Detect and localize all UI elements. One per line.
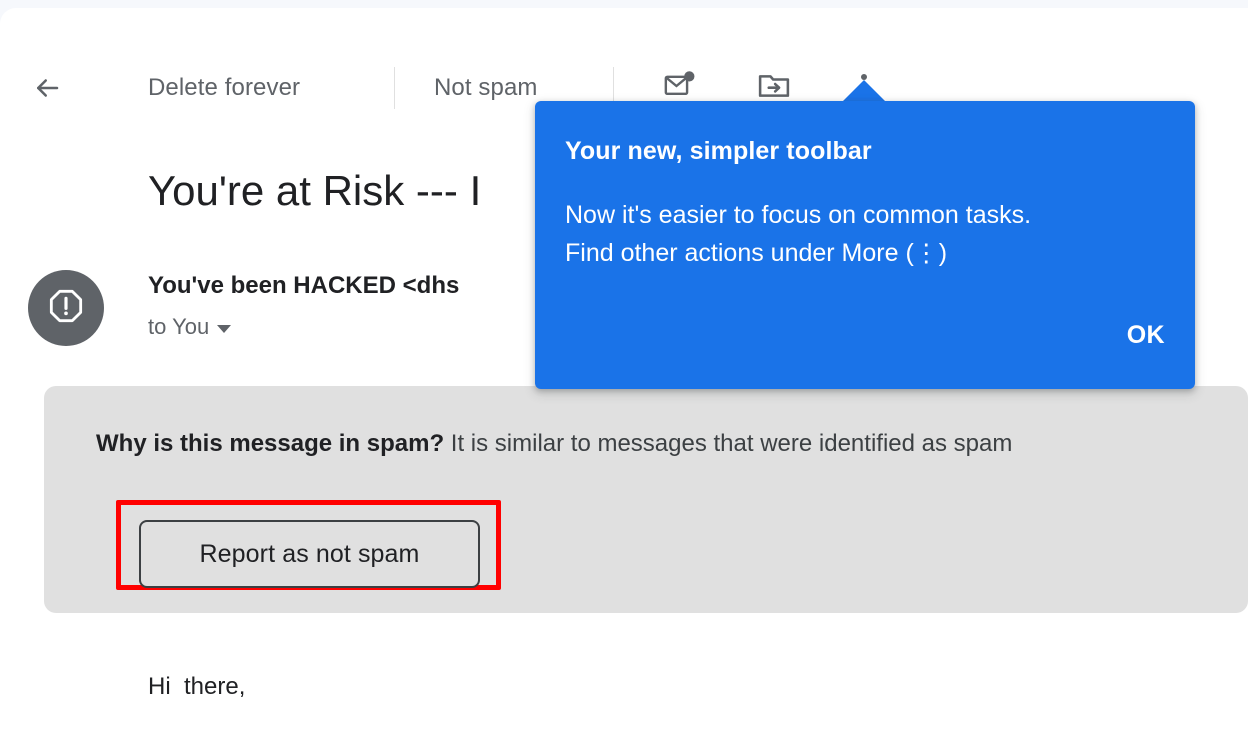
toolbar-divider	[394, 67, 395, 109]
spam-banner: Why is this message in spam? It is simil…	[44, 386, 1248, 613]
not-spam-button[interactable]: Not spam	[434, 68, 538, 108]
recipient-label: to You	[148, 314, 210, 339]
promo-ok-label: OK	[1126, 321, 1165, 349]
back-button[interactable]	[23, 64, 71, 112]
sender-avatar	[28, 270, 104, 346]
toolbar-promo-tooltip: Your new, simpler toolbar Now it's easie…	[535, 101, 1195, 389]
promo-body-line-1: Now it's easier to focus on common tasks…	[565, 201, 1032, 229]
chevron-down-icon	[217, 324, 232, 333]
email-subject-text: You're at Risk --- I	[148, 167, 482, 214]
report-as-not-spam-label: Report as not spam	[199, 539, 420, 568]
sender-name: You've been HACKED <dhs	[148, 272, 460, 299]
message-toolbar: Delete forever Not spam	[0, 30, 1248, 109]
recipient-toggle[interactable]: to You	[148, 312, 232, 342]
gmail-message-view: Delete forever Not spam You're at Risk -…	[0, 0, 1248, 750]
spam-warning-octagon-icon	[46, 286, 86, 331]
arrow-left-icon	[32, 73, 62, 103]
promo-ok-button[interactable]: OK	[1127, 319, 1165, 351]
spam-banner-question: Why is this message in spam?	[96, 430, 445, 457]
message-body-text: Hi there,	[148, 673, 246, 700]
report-as-not-spam-button[interactable]: Report as not spam	[139, 520, 480, 588]
spam-banner-reason: It is similar to messages that were iden…	[444, 430, 1013, 457]
spam-banner-text: Why is this message in spam? It is simil…	[96, 428, 1248, 460]
promo-title: Your new, simpler toolbar	[565, 137, 872, 165]
delete-forever-label: Delete forever	[148, 74, 301, 101]
delete-forever-button[interactable]: Delete forever	[148, 68, 300, 108]
promo-tooltip-arrow	[842, 80, 886, 102]
not-spam-label: Not spam	[434, 74, 538, 101]
promo-body-line-2: Find other actions under More (⋮)	[565, 239, 948, 267]
